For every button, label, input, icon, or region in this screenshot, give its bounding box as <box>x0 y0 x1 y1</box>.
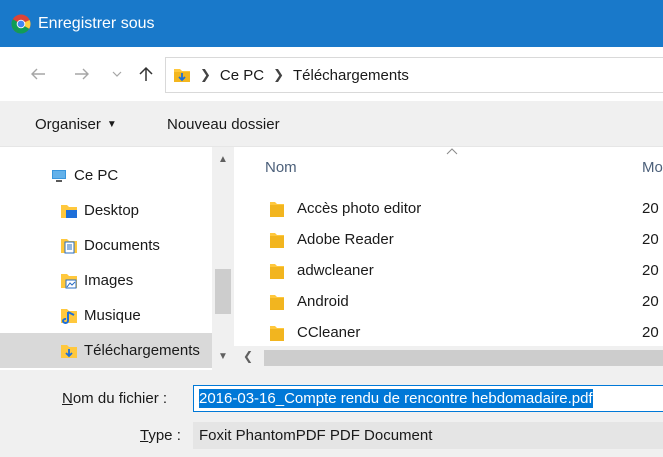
filename-field[interactable]: 2016-03-16_Compte rendu de rencontre heb… <box>193 385 663 412</box>
scroll-left-icon[interactable]: ❮ <box>243 349 253 363</box>
nav-item-label: Documents <box>84 237 160 254</box>
table-row[interactable]: CCleaner 20 <box>234 318 663 349</box>
downloads-folder-icon <box>174 69 190 82</box>
folder-icon <box>270 202 284 217</box>
folder-icon <box>270 233 284 248</box>
folder-icon <box>270 326 284 341</box>
nav-item-label: Desktop <box>84 202 140 219</box>
arrow-left-icon[interactable] <box>28 64 48 84</box>
table-row[interactable]: Android 20 <box>234 287 663 318</box>
file-name: adwcleaner <box>297 262 374 279</box>
downloads-folder-icon <box>61 344 77 358</box>
file-name: Android <box>297 293 349 310</box>
filename-label: Nom du fichier : <box>62 390 168 407</box>
column-header-name-label: Nom <box>265 158 297 176</box>
file-date: 20 <box>642 324 659 341</box>
folder-icon <box>270 295 284 310</box>
navpane-scrollbar[interactable]: ▲ ▼ <box>212 147 234 370</box>
music-folder-icon <box>61 308 77 324</box>
table-row[interactable]: Accès photo editor 20 <box>234 194 663 225</box>
desktop-folder-icon <box>61 204 77 218</box>
file-date: 20 <box>642 231 659 248</box>
chrome-icon <box>11 14 31 33</box>
images-folder-icon <box>61 273 77 288</box>
nav-item-label: Images <box>84 272 134 289</box>
nav-item-label: Téléchargements <box>84 342 200 359</box>
column-header-modified-label: Mo <box>642 158 663 176</box>
documents-folder-icon <box>61 238 77 253</box>
caret-down-icon: ▼ <box>106 118 117 130</box>
file-list: Nom Mo Accès photo editor 20 Adobe Reade… <box>234 147 663 370</box>
title-bar: Enregistrer sous <box>0 0 663 47</box>
nav-item-ce-pc[interactable]: Ce PC <box>0 158 212 193</box>
new-folder-button[interactable]: Nouveau dossier <box>167 101 280 147</box>
table-row[interactable]: adwcleaner 20 <box>234 256 663 287</box>
save-form: Nom du fichier : 2016-03-16_Compte rendu… <box>0 370 663 457</box>
navigation-pane: Ce PC Desktop Documents Images Musique T… <box>0 147 212 370</box>
chevron-down-icon[interactable] <box>110 64 124 84</box>
file-date: 20 <box>642 262 659 279</box>
breadcrumb-separator-icon: ❯ <box>200 67 211 82</box>
file-date: 20 <box>642 293 659 310</box>
type-label: Type : <box>140 427 181 444</box>
nav-item-images[interactable]: Images <box>0 263 212 298</box>
column-header-modified[interactable]: Mo <box>642 148 663 186</box>
window-title: Enregistrer sous <box>38 14 155 32</box>
nav-item-desktop[interactable]: Desktop <box>0 193 212 228</box>
breadcrumb-separator-icon: ❯ <box>273 67 284 82</box>
organize-button[interactable]: Organiser ▼ <box>35 101 117 147</box>
nav-item-label: Ce PC <box>74 167 119 184</box>
address-bar[interactable]: ❯ Ce PC ❯ Téléchargements <box>165 57 663 93</box>
sort-ascending-icon <box>446 147 458 158</box>
table-row[interactable]: Adobe Reader 20 <box>234 225 663 256</box>
arrow-up-icon[interactable] <box>136 64 156 84</box>
file-name: Adobe Reader <box>297 231 394 248</box>
scroll-up-icon[interactable]: ▲ <box>212 150 234 168</box>
scroll-down-icon[interactable]: ▼ <box>212 347 234 365</box>
file-type-value: Foxit PhantomPDF PDF Document <box>199 427 433 444</box>
filelist-scrollbar[interactable]: ❮ <box>234 346 663 370</box>
file-date: 20 <box>642 200 659 217</box>
organize-label: Organiser <box>35 115 101 133</box>
scrollbar-thumb[interactable] <box>264 350 663 366</box>
nav-item-documents[interactable]: Documents <box>0 228 212 263</box>
nav-item-label: Musique <box>84 307 141 324</box>
address-row: ❯ Ce PC ❯ Téléchargements <box>0 47 663 101</box>
breadcrumb-telechargements[interactable]: Téléchargements <box>293 67 409 84</box>
scrollbar-thumb[interactable] <box>215 269 231 314</box>
file-name: CCleaner <box>297 324 361 341</box>
new-folder-label: Nouveau dossier <box>167 115 280 133</box>
file-type-select[interactable]: Foxit PhantomPDF PDF Document <box>193 422 663 449</box>
nav-item-musique[interactable]: Musique <box>0 298 212 333</box>
file-name: Accès photo editor <box>297 200 422 217</box>
filename-value: 2016-03-16_Compte rendu de rencontre heb… <box>199 389 593 408</box>
column-header-name[interactable]: Nom <box>265 148 297 186</box>
folder-icon <box>270 264 284 279</box>
computer-icon <box>52 169 66 182</box>
command-toolbar: Organiser ▼ Nouveau dossier <box>0 101 663 147</box>
nav-item-telechargements[interactable]: Téléchargements <box>0 333 212 368</box>
arrow-right-icon[interactable] <box>72 64 92 84</box>
breadcrumb-ce-pc[interactable]: Ce PC <box>220 67 264 84</box>
